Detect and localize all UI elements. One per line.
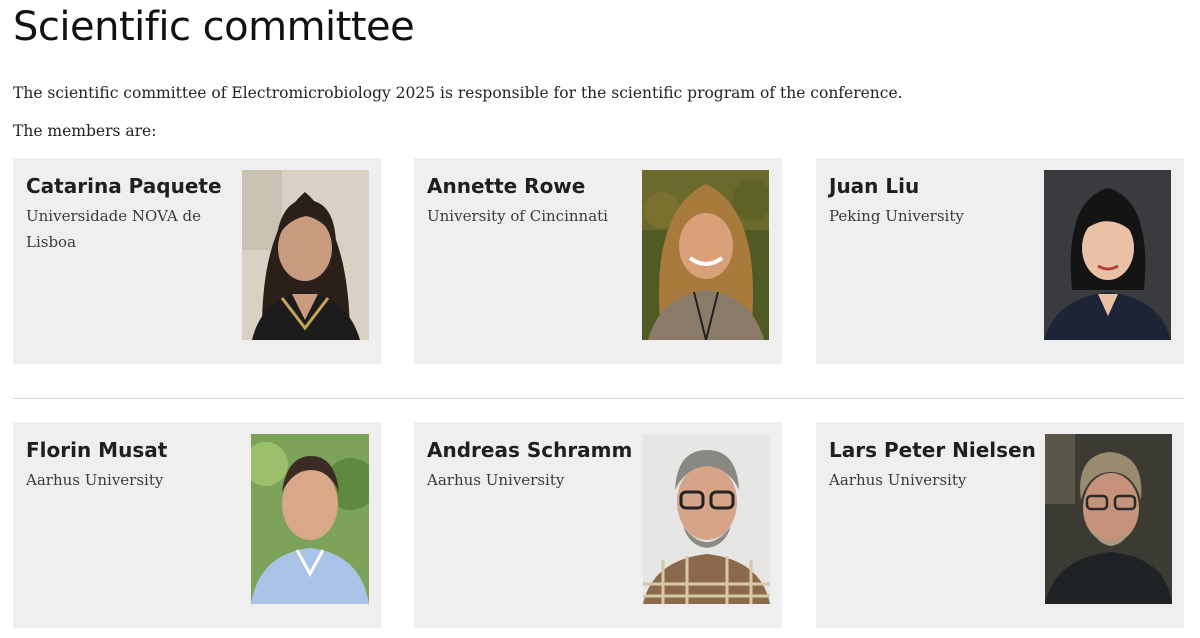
member-card[interactable]: Juan Liu Peking University <box>816 158 1184 364</box>
member-photo <box>251 434 369 604</box>
page-title: Scientific committee <box>13 4 415 50</box>
member-affiliation: Universidade NOVA de Lisboa <box>26 207 201 251</box>
member-name[interactable]: Annette Rowe <box>427 174 585 198</box>
intro-text: The scientific committee of Electromicro… <box>13 84 903 102</box>
member-affiliation: Aarhus University <box>26 471 164 489</box>
member-card[interactable]: Lars Peter Nielsen Aarhus University <box>816 422 1184 628</box>
member-photo <box>1045 434 1172 604</box>
row-divider <box>13 398 1184 399</box>
member-photo <box>1044 170 1171 340</box>
member-name[interactable]: Juan Liu <box>829 174 919 198</box>
member-card[interactable]: Catarina Paquete Universidade NOVA de Li… <box>13 158 381 364</box>
member-card[interactable]: Annette Rowe University of Cincinnati <box>414 158 782 364</box>
member-card[interactable]: Florin Musat Aarhus University <box>13 422 381 628</box>
member-affiliation: University of Cincinnati <box>427 207 608 225</box>
member-name[interactable]: Andreas Schramm <box>427 438 632 462</box>
member-name[interactable]: Catarina Paquete <box>26 174 222 198</box>
member-photo <box>643 434 770 604</box>
member-affiliation: Aarhus University <box>427 471 565 489</box>
member-photo <box>242 170 369 340</box>
member-name[interactable]: Lars Peter Nielsen <box>829 438 1036 462</box>
member-card[interactable]: Andreas Schramm Aarhus University <box>414 422 782 628</box>
member-photo <box>642 170 769 340</box>
members-label: The members are: <box>13 122 157 140</box>
member-affiliation: Peking University <box>829 207 964 225</box>
member-name[interactable]: Florin Musat <box>26 438 167 462</box>
member-affiliation: Aarhus University <box>829 471 967 489</box>
